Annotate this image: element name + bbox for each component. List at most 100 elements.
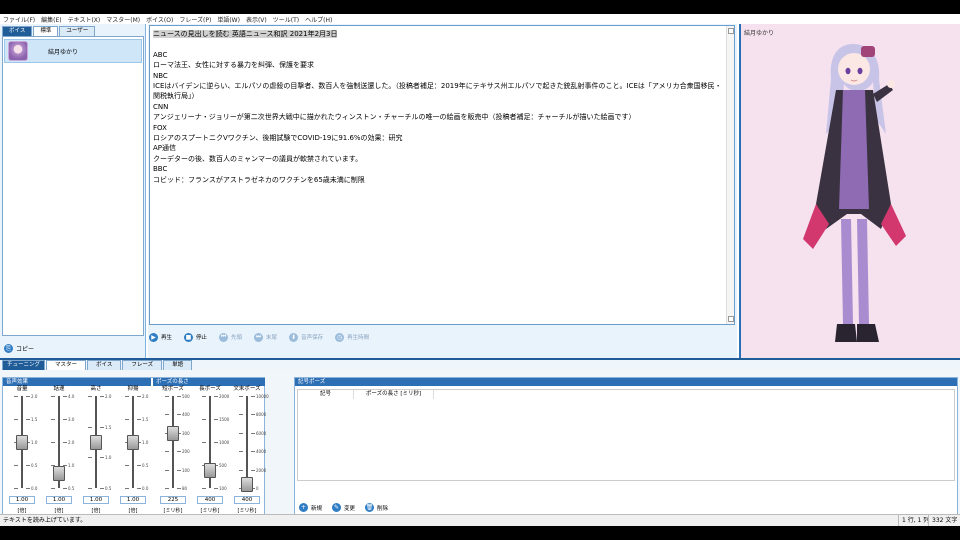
menu-item[interactable]: 表示(V) <box>246 15 267 24</box>
tab-voice-settings[interactable]: ボイス <box>87 360 122 370</box>
voice-item-yukari[interactable]: 結月ゆかり <box>4 39 142 63</box>
slider-track[interactable] <box>246 396 248 488</box>
slider-track[interactable] <box>172 396 174 488</box>
slider-thumb[interactable] <box>53 465 65 481</box>
editor-line-text: BBC <box>153 165 168 174</box>
copy-icon: ⎘ <box>4 344 13 353</box>
scale-label: 2.0 <box>142 394 149 399</box>
slider-tick <box>100 457 104 459</box>
editor-line-text: ニュースの見出しを読む 英語ニュース和訳 2021年2月3日 <box>153 30 338 38</box>
menu-item[interactable]: テキスト(X) <box>68 15 101 24</box>
editor-line-text: コビッド：フランスがアストラゼネカのワクチンを65歳未満に制限 <box>153 175 365 184</box>
slider-label: 抑揚 <box>127 386 139 392</box>
menu-item[interactable]: ボイス(O) <box>146 15 173 24</box>
tab-tuning[interactable]: チューニング <box>2 360 46 370</box>
scroll-down-icon[interactable] <box>728 316 734 322</box>
tab-standard[interactable]: 標準 <box>33 26 59 36</box>
character-panel: 結月ゆかり <box>739 24 960 358</box>
save-audio-button[interactable]: ⬇ 音声保存 <box>289 332 323 342</box>
scale-label: 4.0 <box>68 394 75 399</box>
slider-label: 長ポーズ <box>199 386 221 392</box>
menu-item[interactable]: ファイル(F) <box>3 15 35 24</box>
tab-master[interactable]: マスター <box>46 360 87 370</box>
slider-tick <box>100 426 104 428</box>
slider-tick <box>88 457 92 459</box>
slider-value-input[interactable]: 1.00 <box>83 496 109 504</box>
scale-label: 2000 <box>256 467 267 473</box>
slider-value-input[interactable]: 400 <box>197 496 223 504</box>
slider-thumb[interactable] <box>204 462 216 478</box>
scale-label: 0.5 <box>68 486 75 491</box>
skip-back-button[interactable]: ⏮ 先頭 <box>219 332 242 342</box>
menu-item[interactable]: マスター(M) <box>106 15 140 24</box>
menu-item[interactable]: 単語(W) <box>217 15 240 24</box>
slider-value-input[interactable]: 400 <box>234 496 260 504</box>
slider-thumb[interactable] <box>241 477 253 493</box>
copy-label: コピー <box>16 346 35 353</box>
scale-label: 200 <box>182 449 190 455</box>
scale-label: 3.0 <box>68 417 75 422</box>
slider-value-input[interactable]: 225 <box>160 496 186 504</box>
cursor-position: 1 行, 1 列 <box>898 515 929 526</box>
slider-thumb[interactable] <box>127 435 139 450</box>
delete-icon: 🗑 <box>365 503 375 512</box>
text-editor[interactable]: ニュースの見出しを読む 英語ニュース和訳 2021年2月3日 ABC ローマ法王、… <box>149 25 735 325</box>
slider-tick <box>251 414 255 416</box>
menu-item[interactable]: フレーズ(P) <box>179 15 211 24</box>
menu-item[interactable]: 編集(E) <box>41 15 61 24</box>
bottom-tabs: チューニング マスター ボイス フレーズ 単語 <box>0 358 960 370</box>
slider-tick <box>177 488 181 489</box>
slider-value-input[interactable]: 1.00 <box>120 496 146 504</box>
menu-item[interactable]: ツール(T) <box>273 15 299 24</box>
slider-tick <box>177 469 181 471</box>
tab-user[interactable]: ユーザー <box>59 26 96 36</box>
column-pause-length[interactable]: ポーズの長さ [ミリ秒] <box>354 390 434 399</box>
stop-icon: ■ <box>184 332 194 342</box>
editor-line-text: ローマ法王、女性に対する暴力を糾弾、保護を要求 <box>153 61 314 70</box>
slider-tick <box>239 451 243 453</box>
tab-voice[interactable]: ボイス <box>2 26 33 36</box>
scale-label: 2.0 <box>68 440 75 445</box>
editor-line: コビッド：フランスがアストラゼネカのワクチンを65歳未満に制限 <box>153 175 731 185</box>
play-button[interactable]: ▶ 再生 <box>149 332 172 342</box>
new-icon: + <box>299 503 308 512</box>
tab-word[interactable]: 単語 <box>163 360 193 370</box>
slider-tick <box>202 488 206 489</box>
slider-tick <box>177 396 181 397</box>
scale-label: 1.5 <box>31 417 38 422</box>
menu-item[interactable]: ヘルプ(H) <box>305 15 332 24</box>
slider-thumb[interactable] <box>90 435 102 450</box>
new-button[interactable]: + 新規 <box>299 503 322 512</box>
slider-tick <box>51 488 55 489</box>
editor-line: CNN <box>153 102 731 112</box>
menu-bar: ファイル(F) 編集(E) テキスト(X) マスター(M) ボイス(O) フレーズ(P) 単… <box>0 14 960 24</box>
editor-line-text: アンジェリーナ・ジョリーが第二次世界大戦中に描かれたウィンストン・チャーチルの唯… <box>153 113 636 122</box>
stop-button[interactable]: ■ 停止 <box>184 332 208 342</box>
scale-label: 300 <box>182 430 190 436</box>
clock-button[interactable]: ◷ 再生時間 <box>335 332 369 342</box>
scale-label: 0.0 <box>142 486 149 491</box>
scale-label: 1.5 <box>105 424 112 430</box>
slider-tick <box>63 396 67 397</box>
slider-thumb[interactable] <box>167 425 179 441</box>
slider-value-input[interactable]: 1.00 <box>9 496 35 504</box>
symbol-pause-table[interactable]: 記号 ポーズの長さ [ミリ秒] <box>297 389 955 481</box>
slider-tick <box>177 451 181 453</box>
column-symbol[interactable]: 記号 <box>298 390 354 399</box>
delete-button[interactable]: 🗑 削除 <box>365 503 388 512</box>
slider-thumb[interactable] <box>16 435 28 450</box>
slider-tick <box>51 442 55 443</box>
voice-name: 結月ゆかり <box>48 48 79 56</box>
symbol-pause-group: 記号ポーズ 記号 ポーズの長さ [ミリ秒] + 新規 ✎ 変更 🗑 削除 <box>294 377 958 521</box>
editor-line: ABC <box>153 50 731 60</box>
editor-scrollbar[interactable] <box>726 26 734 324</box>
tab-phrase[interactable]: フレーズ <box>122 360 163 370</box>
edit-button[interactable]: ✎ 変更 <box>332 503 355 512</box>
skip-forward-button[interactable]: ⏭ 末尾 <box>254 332 277 342</box>
button-label: 停止 <box>196 335 208 341</box>
scroll-up-icon[interactable] <box>728 28 734 34</box>
slider-value-input[interactable]: 1.00 <box>46 496 72 504</box>
scale-label: 80 <box>182 486 188 491</box>
copy-button[interactable]: ⎘ コピー <box>4 344 34 353</box>
editor-line-text: ICEはバイデンに逆らい、エルパソの虐殺の目撃者、数百人を強制送還した。（投稿者… <box>153 82 722 91</box>
